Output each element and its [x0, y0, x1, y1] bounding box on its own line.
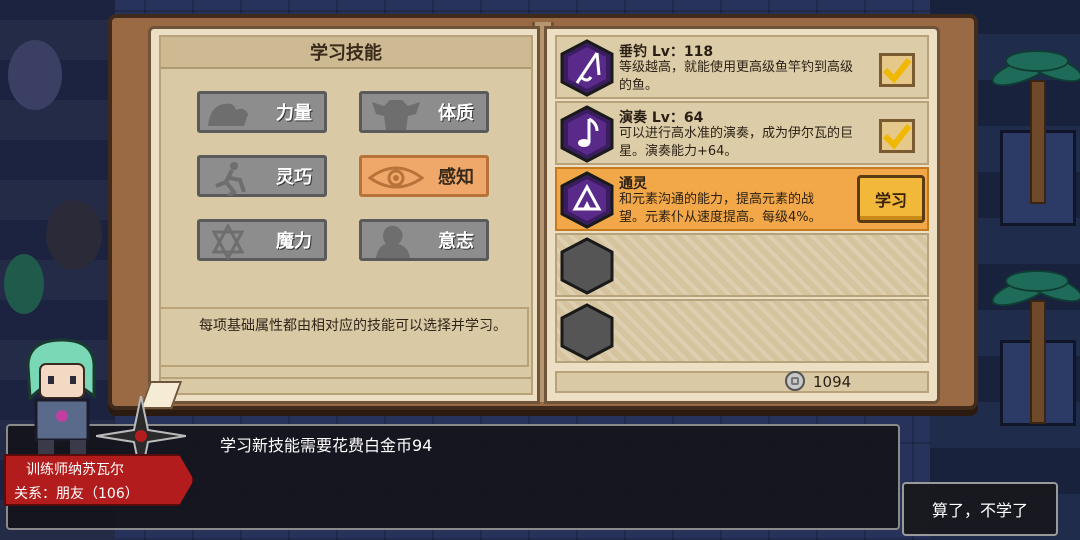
- attribute-label: 灵巧: [276, 167, 312, 188]
- hexagram-icon: [211, 224, 245, 260]
- page-footer: [159, 377, 533, 395]
- head-icon: [376, 225, 410, 258]
- skill-list: 垂钓 Lv：118 等级越高，就能使用更高级鱼竿钓到高级的鱼。 演奏 Lv：64…: [555, 35, 929, 363]
- cancel-button[interactable]: 算了，不学了: [902, 482, 1058, 536]
- book-left-page: 学习技能 力量 体质 灵巧 感知 魔力 意志 每项基础属性都由相对应的技能可以选…: [139, 26, 540, 409]
- attribute-label: 魔力: [276, 231, 312, 252]
- attribute-strength-button[interactable]: 力量: [197, 91, 327, 133]
- background-character: [8, 40, 62, 110]
- skill-row-empty: [555, 233, 929, 297]
- potted-plant-icon: [4, 254, 44, 314]
- npc-relation: 关系：朋友（106）: [14, 486, 139, 502]
- attribute-label: 感知: [438, 167, 474, 188]
- palm-tree-icon: [988, 265, 1080, 424]
- checkmark-icon: [882, 124, 912, 150]
- skill-description: 可以进行高水准的演奏，成为伊尔瓦的巨星。演奏能力+64。: [619, 126, 854, 159]
- music-note-icon: [560, 105, 614, 163]
- skill-description: 等级越高，就能使用更高级鱼竿钓到高级的鱼。: [619, 60, 854, 93]
- skill-row-channeling[interactable]: 通灵 和元素沟通的能力，提高元素的战望。元素仆从速度提高。每级4%。 学习: [555, 167, 929, 231]
- currency-bar: 1094: [555, 371, 929, 393]
- attribute-label: 体质: [438, 103, 474, 124]
- book-right-page: 垂钓 Lv：118 等级越高，就能使用更高级鱼竿钓到高级的鱼。 演奏 Lv：64…: [544, 26, 940, 404]
- attribute-label: 力量: [276, 103, 312, 124]
- skill-row-fishing[interactable]: 垂钓 Lv：118 等级越高，就能使用更高级鱼竿钓到高级的鱼。: [555, 35, 929, 99]
- skill-book: 学习技能 力量 体质 灵巧 感知 魔力 意志 每项基础属性都由相对应的技能可以选…: [108, 14, 978, 410]
- learned-checkbox: [879, 119, 915, 153]
- npc-name-plate: 训练师纳苏瓦尔 关系：朋友（106）: [4, 454, 194, 506]
- arm-icon: [208, 103, 248, 126]
- torso-icon: [372, 100, 420, 130]
- background-character: [46, 200, 102, 270]
- currency-amount: 1094: [813, 373, 852, 391]
- attribute-dexterity-button[interactable]: 灵巧: [197, 155, 327, 197]
- attribute-magic-button[interactable]: 魔力: [197, 219, 327, 261]
- attribute-perception-button[interactable]: 感知: [359, 155, 489, 197]
- runner-icon: [215, 162, 246, 196]
- skill-row-empty: [555, 299, 929, 363]
- attribute-description: 每项基础属性都由相对应的技能可以选择并学习。: [159, 307, 529, 367]
- learn-skill-button[interactable]: 学习: [857, 175, 925, 223]
- palm-tree-icon: [988, 45, 1080, 204]
- empty-hex-icon: [560, 303, 614, 361]
- attribute-will-button[interactable]: 意志: [359, 219, 489, 261]
- checkmark-icon: [882, 58, 912, 84]
- platinum-coin-icon: [785, 371, 805, 391]
- skill-name: 通灵: [619, 176, 647, 192]
- skill-name: 演奏 Lv：64: [619, 110, 704, 126]
- npc-name: 训练师纳苏瓦尔: [26, 462, 124, 478]
- eye-icon: [367, 166, 425, 189]
- triforce-icon: [560, 171, 614, 229]
- fishing-rod-icon: [560, 39, 614, 97]
- skill-row-performance[interactable]: 演奏 Lv：64 可以进行高水准的演奏，成为伊尔瓦的巨星。演奏能力+64。: [555, 101, 929, 165]
- skill-description: 和元素沟通的能力，提高元素的战望。元素仆从速度提高。每级4%。: [619, 192, 822, 225]
- empty-hex-icon: [560, 237, 614, 295]
- attribute-label: 意志: [438, 231, 474, 252]
- learned-checkbox: [879, 53, 915, 87]
- dialog-text: 学习新技能需要花费白金币94: [220, 436, 433, 455]
- attribute-constitution-button[interactable]: 体质: [359, 91, 489, 133]
- panel-title: 学习技能: [161, 37, 531, 69]
- skill-name: 垂钓 Lv：118: [619, 44, 714, 60]
